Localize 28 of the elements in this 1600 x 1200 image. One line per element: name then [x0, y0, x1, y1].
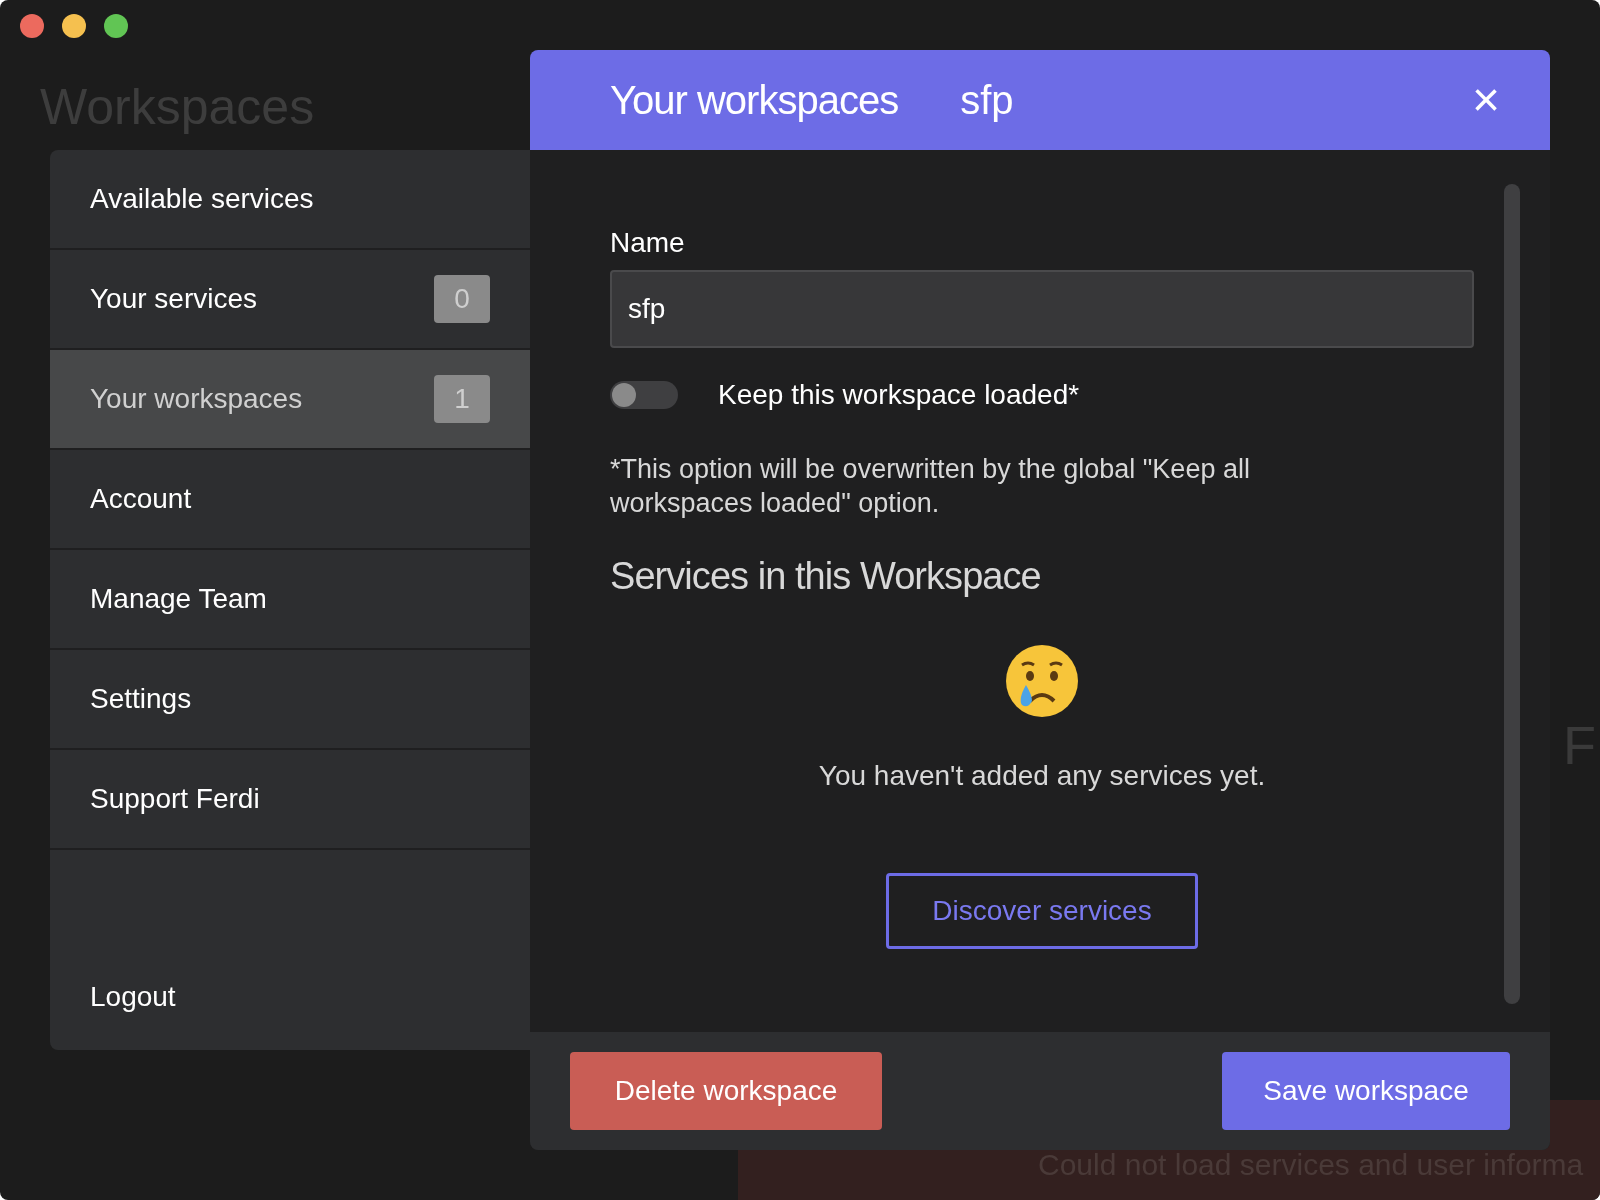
delete-workspace-button[interactable]: Delete workspace: [570, 1052, 882, 1130]
discover-services-button[interactable]: Discover services: [886, 873, 1198, 949]
section-heading: Services in this Workspace: [610, 554, 1042, 599]
maximize-window-icon[interactable]: [104, 14, 128, 38]
option-note: *This option will be overwritten by the global "Keep all workspaces loaded" option.: [610, 453, 1251, 520]
field-label: Name: [610, 226, 686, 260]
menu-item-label: Available services: [90, 182, 314, 216]
breadcrumb-current: sfp: [960, 77, 1015, 124]
menu-item-label: Manage Team: [90, 582, 267, 616]
menu-item-label: Account: [90, 482, 192, 516]
crying-face-icon: [1004, 643, 1080, 719]
save-workspace-button[interactable]: Save workspace: [1222, 1052, 1510, 1130]
menu-item-label: Settings: [90, 682, 192, 716]
menu-item-label: Support Ferdi: [90, 782, 260, 816]
minimize-window-icon[interactable]: [62, 14, 86, 38]
count-badge: 0: [434, 275, 490, 323]
logout-link[interactable]: Logout: [50, 976, 530, 1050]
menu-item[interactable]: Your workspaces 1: [50, 350, 530, 450]
menu-item-label: Your services: [90, 282, 258, 316]
empty-message: You haven't added any services yet.: [818, 759, 1266, 793]
toggle-label: Keep this workspace loaded*: [718, 378, 1080, 412]
menu-item-label: Your workspaces: [90, 382, 303, 416]
toggle-switch[interactable]: [610, 381, 678, 409]
count-badge: 1: [434, 375, 490, 423]
close-button[interactable]: ×: [1471, 76, 1500, 124]
breadcrumb-link[interactable]: Your workspaces: [610, 70, 899, 130]
name-field[interactable]: sfp: [610, 270, 1474, 348]
close-window-icon[interactable]: [20, 14, 44, 38]
